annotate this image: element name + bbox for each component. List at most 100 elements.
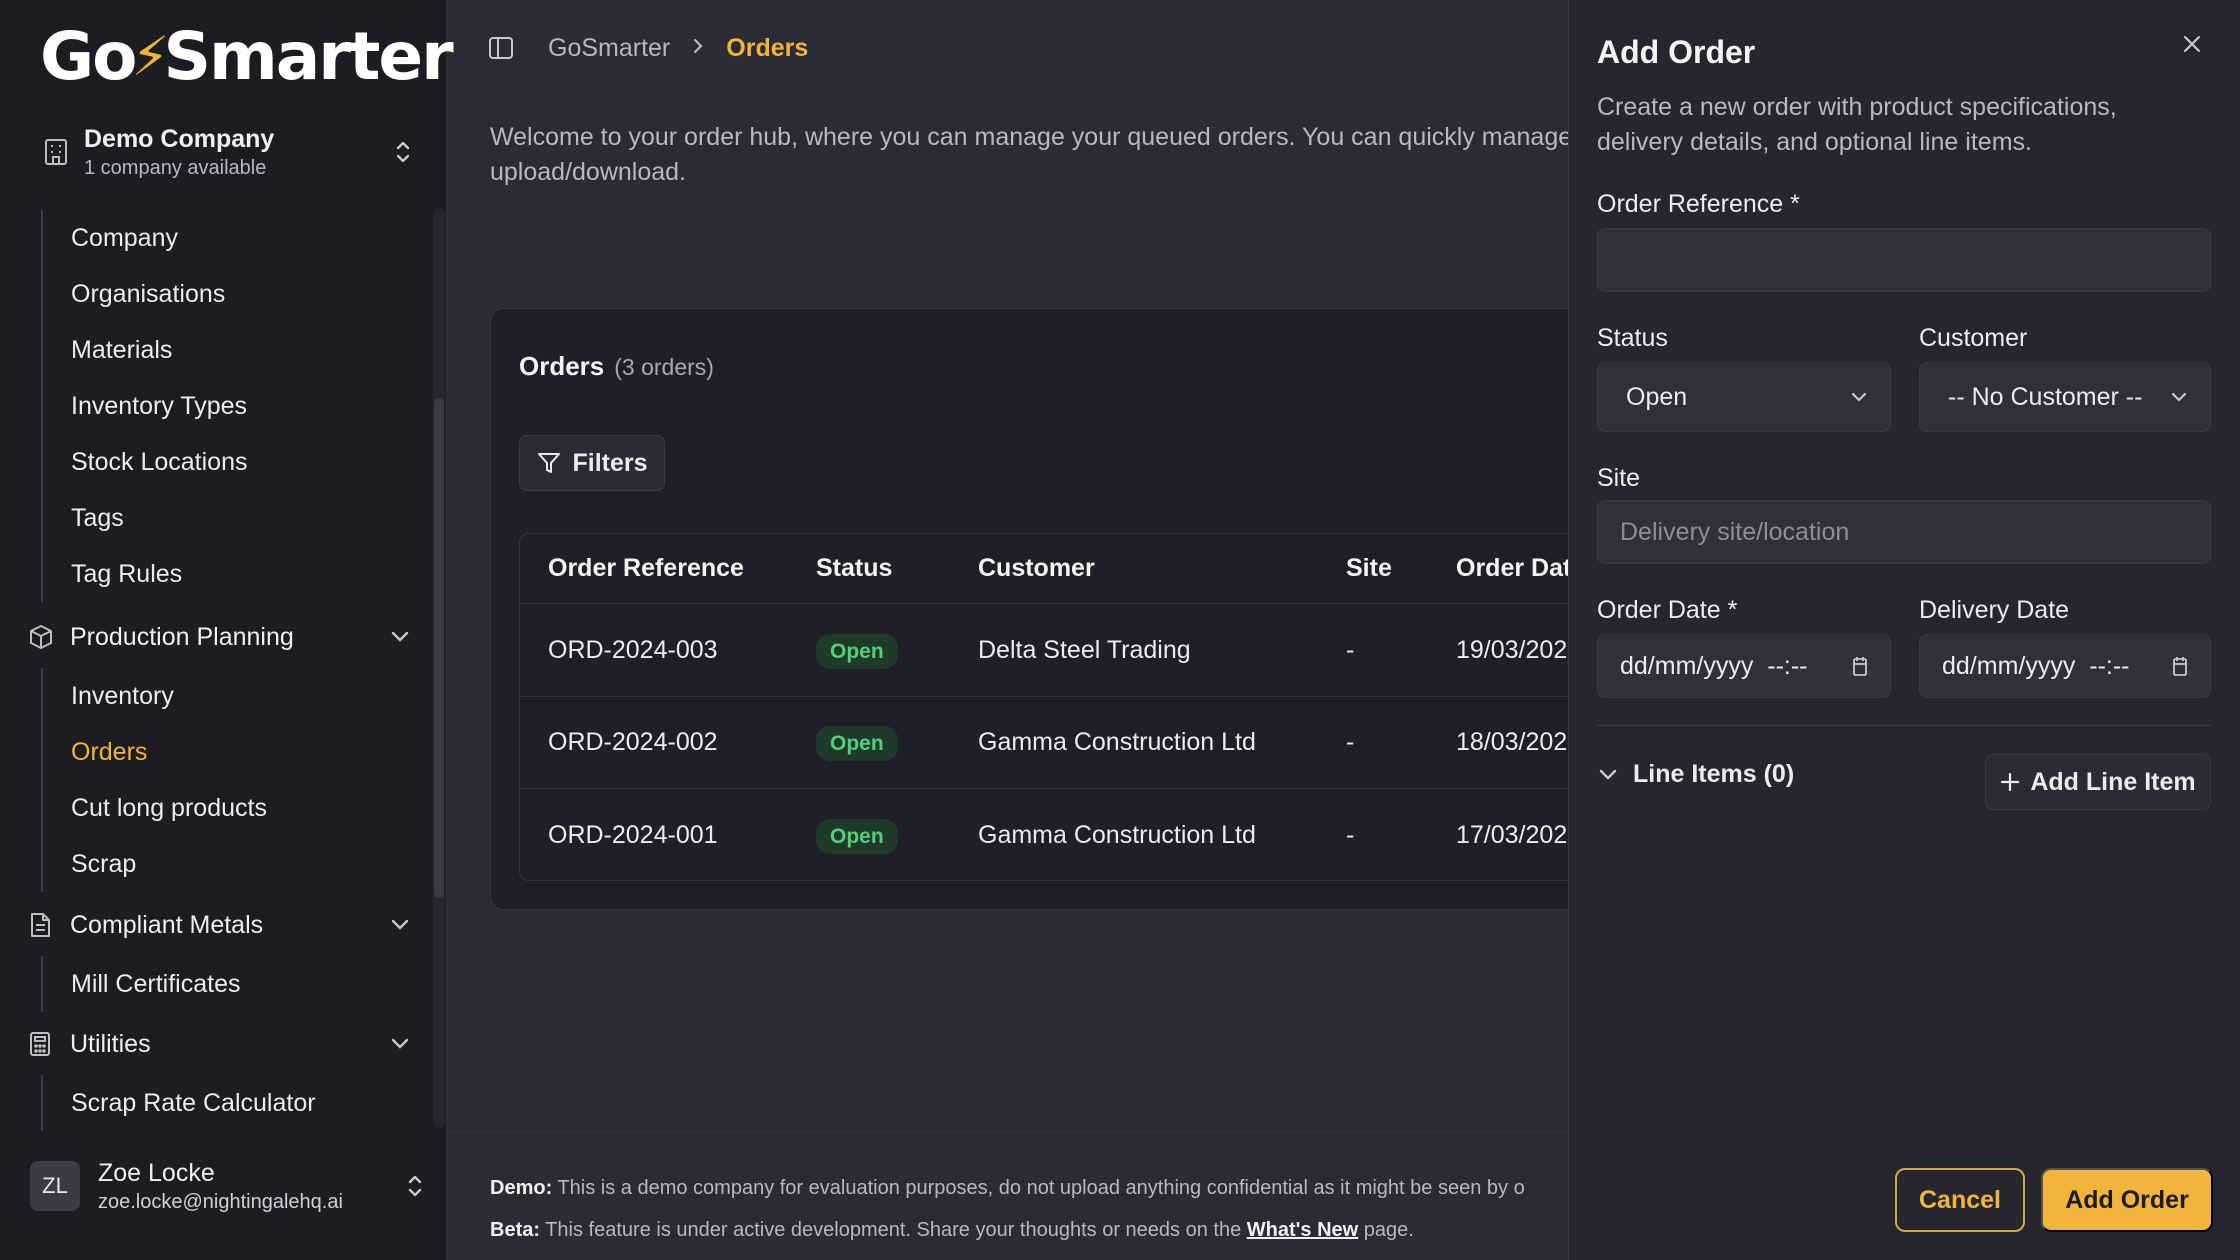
col-status[interactable]: Status [816, 554, 892, 583]
sidebar-item-stock-locations[interactable]: Stock Locations [71, 434, 430, 490]
beta-after: page. [1358, 1219, 1414, 1241]
site-input[interactable]: Delivery site/location [1597, 500, 2211, 564]
sidebar-item-materials[interactable]: Materials [71, 322, 430, 378]
add-order-drawer: Add Order Create a new order with produc… [1568, 0, 2240, 1260]
table-row[interactable]: ORD-2024-001 Open Gamma Construction Ltd… [520, 789, 1718, 880]
chevrons-up-down-icon [388, 138, 418, 167]
col-order-date[interactable]: Order Dat [1456, 554, 1571, 583]
whats-new-link[interactable]: What's New [1247, 1219, 1358, 1241]
close-icon[interactable] [2172, 24, 2212, 64]
filters-button[interactable]: Filters [519, 435, 665, 491]
nav-compliant-list: Mill Certificates [41, 956, 430, 1012]
cell-order-ref: ORD-2024-001 [548, 820, 718, 849]
status-label: Status [1597, 324, 1668, 352]
sidebar-item-scrap-rate-calculator[interactable]: Scrap Rate Calculator [71, 1075, 430, 1131]
cell-order-date: 17/03/202 [1456, 820, 1568, 849]
sidebar-item-inventory-types[interactable]: Inventory Types [71, 378, 430, 434]
scrollbar-thumb[interactable] [434, 398, 444, 898]
sidebar-item-company[interactable]: Company [71, 210, 430, 266]
order-reference-label: Order Reference * [1597, 190, 1800, 218]
line-items-toggle[interactable]: Line Items (0) [1597, 760, 1794, 789]
customer-selected-value: -- No Customer -- [1948, 382, 2143, 411]
sidebar-item-organisations[interactable]: Organisations [71, 266, 430, 322]
delivery-date-input[interactable]: dd/mm/yyyy --:-- [1919, 634, 2211, 698]
app-logo[interactable]: Go ⚡ Smarter [40, 18, 454, 95]
breadcrumb-root[interactable]: GoSmarter [548, 34, 670, 63]
cell-order-ref: ORD-2024-002 [548, 728, 718, 756]
sidebar-group-label: Compliant Metals [70, 910, 264, 939]
main-content: GoSmarter Orders Welcome to your order h… [448, 0, 1719, 1260]
demo-text: This is a demo company for evaluation pu… [552, 1177, 1525, 1199]
sidebar-group-label: Production Planning [70, 622, 294, 651]
sidebar-item-tag-rules[interactable]: Tag Rules [71, 546, 430, 602]
user-menu[interactable]: ZL Zoe Locke zoe.locke@nightingalehq.ai [30, 1150, 430, 1222]
sidebar-scrollbar[interactable] [433, 208, 445, 1128]
orders-count: (3 orders) [614, 354, 714, 380]
customer-select[interactable]: -- No Customer -- [1919, 362, 2211, 432]
sidebar-toggle-icon[interactable] [488, 35, 514, 61]
chevron-down-icon [370, 918, 430, 932]
sidebar-item-inventory[interactable]: Inventory [71, 668, 430, 724]
top-bar: GoSmarter Orders [488, 28, 808, 68]
logo-text-right: Smarter [163, 18, 453, 95]
table-row[interactable]: ORD-2024-003 Open Delta Steel Trading - … [520, 604, 1718, 697]
cancel-button[interactable]: Cancel [1895, 1168, 2025, 1232]
sidebar-group-production-planning[interactable]: Production Planning [0, 606, 430, 668]
nav-utilities-group: Utilities Scrap Rate Calculator [0, 1013, 430, 1131]
chevron-down-icon [1850, 391, 1868, 403]
col-site[interactable]: Site [1346, 554, 1392, 583]
beta-notice: Beta: This feature is under active devel… [490, 1209, 1568, 1251]
sidebar: Go ⚡ Smarter Demo Company 1 company avai… [0, 0, 454, 1260]
nav-compliant-group: Compliant Metals Mill Certificates [0, 894, 430, 1012]
chevron-down-icon [2170, 391, 2188, 403]
sidebar-group-utilities[interactable]: Utilities [0, 1013, 430, 1075]
calendar-icon[interactable] [1852, 655, 1868, 677]
sidebar-item-scrap[interactable]: Scrap [71, 836, 430, 892]
order-reference-input[interactable] [1597, 228, 2211, 292]
line-items-label: Line Items (0) [1633, 760, 1795, 788]
table-row[interactable]: ORD-2024-002 Open Gamma Construction Ltd… [520, 697, 1718, 789]
cell-customer: Gamma Construction Ltd [978, 820, 1256, 849]
col-order-reference[interactable]: Order Reference [548, 554, 744, 583]
orders-table: Order Reference Status Customer Site Ord… [519, 533, 1719, 881]
sidebar-item-cut-long-products[interactable]: Cut long products [71, 780, 430, 836]
order-date-input[interactable]: dd/mm/yyyy --:-- [1597, 634, 1891, 698]
sidebar-group-compliant-metals[interactable]: Compliant Metals [0, 894, 430, 956]
company-switcher[interactable]: Demo Company 1 company available [28, 120, 418, 184]
orders-heading: Orders [519, 351, 605, 381]
status-badge: Open [816, 726, 898, 761]
add-order-button[interactable]: Add Order [2041, 1168, 2213, 1232]
status-select[interactable]: Open [1597, 362, 1891, 432]
calendar-icon[interactable] [2172, 655, 2188, 677]
nav-settings-group: Company Organisations Materials Inventor… [0, 210, 430, 602]
sidebar-item-tags[interactable]: Tags [71, 490, 430, 546]
order-date-label: Order Date * [1597, 596, 1738, 624]
company-name: Demo Company [84, 124, 275, 153]
footer-notes: Demo: This is a demo company for evaluat… [448, 1132, 1568, 1260]
sidebar-item-orders[interactable]: Orders [71, 724, 430, 780]
nav-utilities-list: Scrap Rate Calculator [41, 1075, 430, 1131]
welcome-line-1: Welcome to your order hub, where you can… [490, 123, 1568, 151]
calculator-icon [28, 1031, 70, 1057]
cell-customer: Gamma Construction Ltd [978, 728, 1256, 756]
package-icon [28, 624, 70, 650]
breadcrumb-current: Orders [726, 33, 809, 62]
nav-production-group: Production Planning Inventory Orders Cut… [0, 606, 430, 892]
sidebar-item-mill-certificates[interactable]: Mill Certificates [71, 956, 430, 1012]
drawer-description: Create a new order with product specific… [1597, 93, 2117, 156]
orders-card: Orders (3 orders) Filters Order Reference… [490, 308, 1719, 910]
cell-site: - [1346, 820, 1355, 849]
building-icon [28, 138, 84, 166]
document-icon [28, 912, 70, 938]
welcome-text: Welcome to your order hub, where you can… [490, 120, 1590, 190]
demo-label: Demo: [490, 1177, 553, 1199]
chevron-down-icon [370, 1037, 430, 1051]
add-line-item-button[interactable]: Add Line Item [1985, 754, 2211, 810]
filter-icon [536, 450, 562, 476]
col-customer[interactable]: Customer [978, 554, 1095, 583]
cell-order-date: 18/03/202 [1456, 728, 1568, 756]
user-name: Zoe Locke [98, 1158, 215, 1187]
plus-icon [2000, 772, 2020, 792]
chevron-down-icon [1597, 768, 1619, 782]
add-line-item-label: Add Line Item [2030, 767, 2196, 796]
